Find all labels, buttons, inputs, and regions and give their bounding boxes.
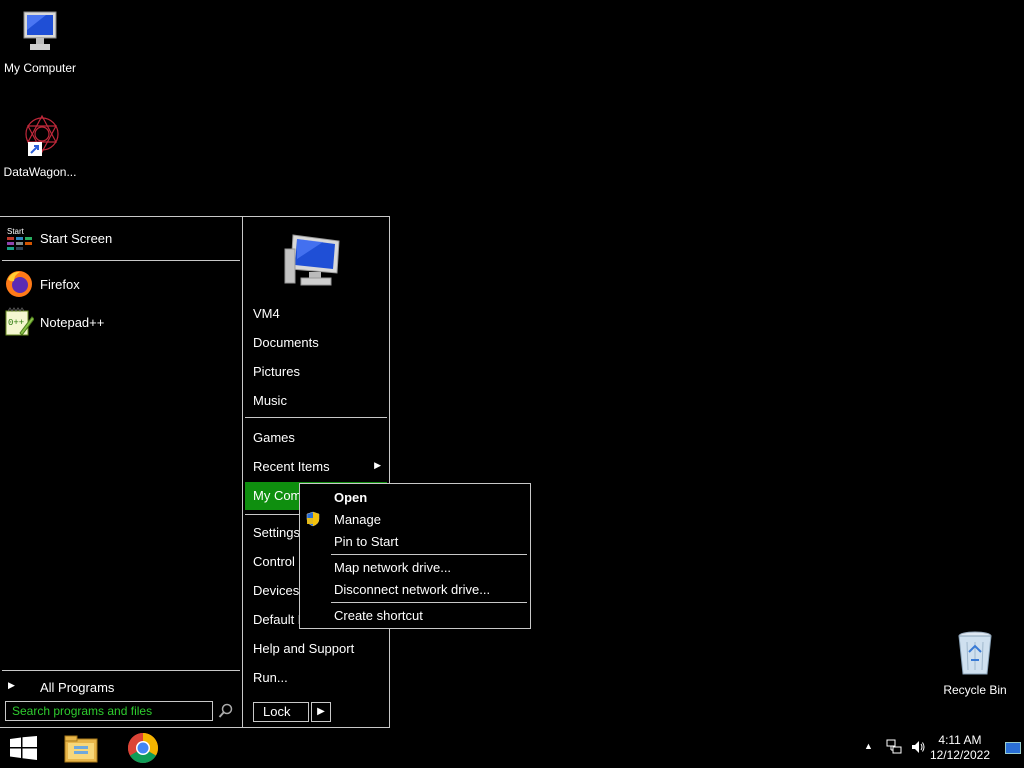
clock-date: 12/12/2022 <box>929 748 990 762</box>
start-menu-item-help[interactable]: Help and Support <box>253 641 354 656</box>
uac-shield-icon <box>306 511 320 530</box>
start-menu-item-start-screen[interactable]: Start Start Screen <box>6 227 236 253</box>
start-screen-icon: Start <box>6 227 36 254</box>
start-menu-item-firefox[interactable]: Firefox <box>6 269 236 299</box>
datawagon-icon <box>0 112 80 163</box>
start-menu-item-label: Firefox <box>40 277 80 292</box>
desktop-icon-datawagon[interactable]: DataWagon... <box>0 112 80 179</box>
volume-icon[interactable] <box>910 739 926 758</box>
start-menu-item-label: Start Screen <box>40 231 113 246</box>
start-menu-item-settings[interactable]: Settings <box>253 525 300 540</box>
context-item-disconnect-network-drive[interactable]: Disconnect network drive... <box>334 582 490 597</box>
start-menu-item-notepad-plus-plus[interactable]: 0++ Notepad++ <box>4 307 236 340</box>
context-menu: Open Manage Pin to Start Map network dri… <box>299 483 531 629</box>
user-computer-icon[interactable] <box>283 229 347 292</box>
show-desktop-icon[interactable] <box>1005 742 1021 757</box>
start-menu-item-recent-items[interactable]: Recent Items ▶ <box>253 459 381 474</box>
my-computer-label: My Com <box>253 488 302 503</box>
file-explorer-icon[interactable] <box>64 733 98 766</box>
computer-icon <box>0 8 80 59</box>
start-button[interactable] <box>10 736 38 763</box>
firefox-icon <box>4 269 34 302</box>
start-menu-right-pane: VM4 Documents Pictures Music Games Recen… <box>243 217 389 727</box>
start-menu-item-label: Notepad++ <box>40 315 105 330</box>
start-menu-item-run[interactable]: Run... <box>253 670 288 685</box>
search-input[interactable]: Search programs and files <box>5 701 213 721</box>
desktop-icon-label: Recycle Bin <box>943 683 1007 697</box>
divider <box>2 670 240 671</box>
start-menu-left-pane: Start Start Screen Firefox 0++ Notepad++… <box>0 217 243 727</box>
start-menu-item-user[interactable]: VM4 <box>253 306 280 321</box>
taskbar: ▲ 4:11 AM 12/12/2022 <box>0 728 1024 768</box>
chrome-icon[interactable] <box>127 732 159 767</box>
start-menu-item-games[interactable]: Games <box>253 430 295 445</box>
lock-options-button[interactable]: ▶ <box>311 702 331 722</box>
start-menu-item-music[interactable]: Music <box>253 393 287 408</box>
all-programs-label: All Programs <box>40 680 115 695</box>
chevron-right-icon: ▶ <box>374 460 381 470</box>
start-menu-item-pictures[interactable]: Pictures <box>253 364 300 379</box>
chevron-right-icon: ▶ <box>8 680 15 690</box>
context-item-manage[interactable]: Manage <box>334 512 381 527</box>
all-programs-button[interactable]: ▶ All Programs <box>6 679 236 697</box>
recycle-bin-icon <box>935 630 1015 681</box>
divider <box>2 260 240 261</box>
desktop-icon-my-computer[interactable]: My Computer <box>0 8 80 75</box>
chevron-right-icon: ▶ <box>317 706 325 717</box>
clock[interactable]: 4:11 AM 12/12/2022 <box>930 733 990 763</box>
desktop-icon-label: My Computer <box>3 61 77 75</box>
start-menu-item-documents[interactable]: Documents <box>253 335 319 350</box>
show-hidden-icons-icon[interactable]: ▲ <box>864 741 873 751</box>
context-item-pin-to-start[interactable]: Pin to Start <box>334 534 398 549</box>
start-menu: Start Start Screen Firefox 0++ Notepad++… <box>0 216 390 728</box>
lock-button[interactable]: Lock <box>253 702 309 722</box>
context-item-create-shortcut[interactable]: Create shortcut <box>334 608 423 623</box>
divider <box>331 602 527 603</box>
recent-items-label: Recent Items <box>253 459 330 474</box>
divider <box>245 417 387 418</box>
network-icon[interactable] <box>886 739 902 758</box>
notepad-plus-plus-icon: 0++ <box>4 307 35 340</box>
svg-text:Start: Start <box>7 227 25 236</box>
search-icon[interactable] <box>218 703 234 722</box>
desktop-icon-recycle-bin[interactable]: Recycle Bin <box>935 630 1015 697</box>
context-item-map-network-drive[interactable]: Map network drive... <box>334 560 451 575</box>
divider <box>331 554 527 555</box>
desktop-icon-label: DataWagon... <box>3 165 77 179</box>
context-item-open[interactable]: Open <box>334 490 367 505</box>
clock-time: 4:11 AM <box>938 733 982 747</box>
svg-text:0++: 0++ <box>8 318 24 328</box>
